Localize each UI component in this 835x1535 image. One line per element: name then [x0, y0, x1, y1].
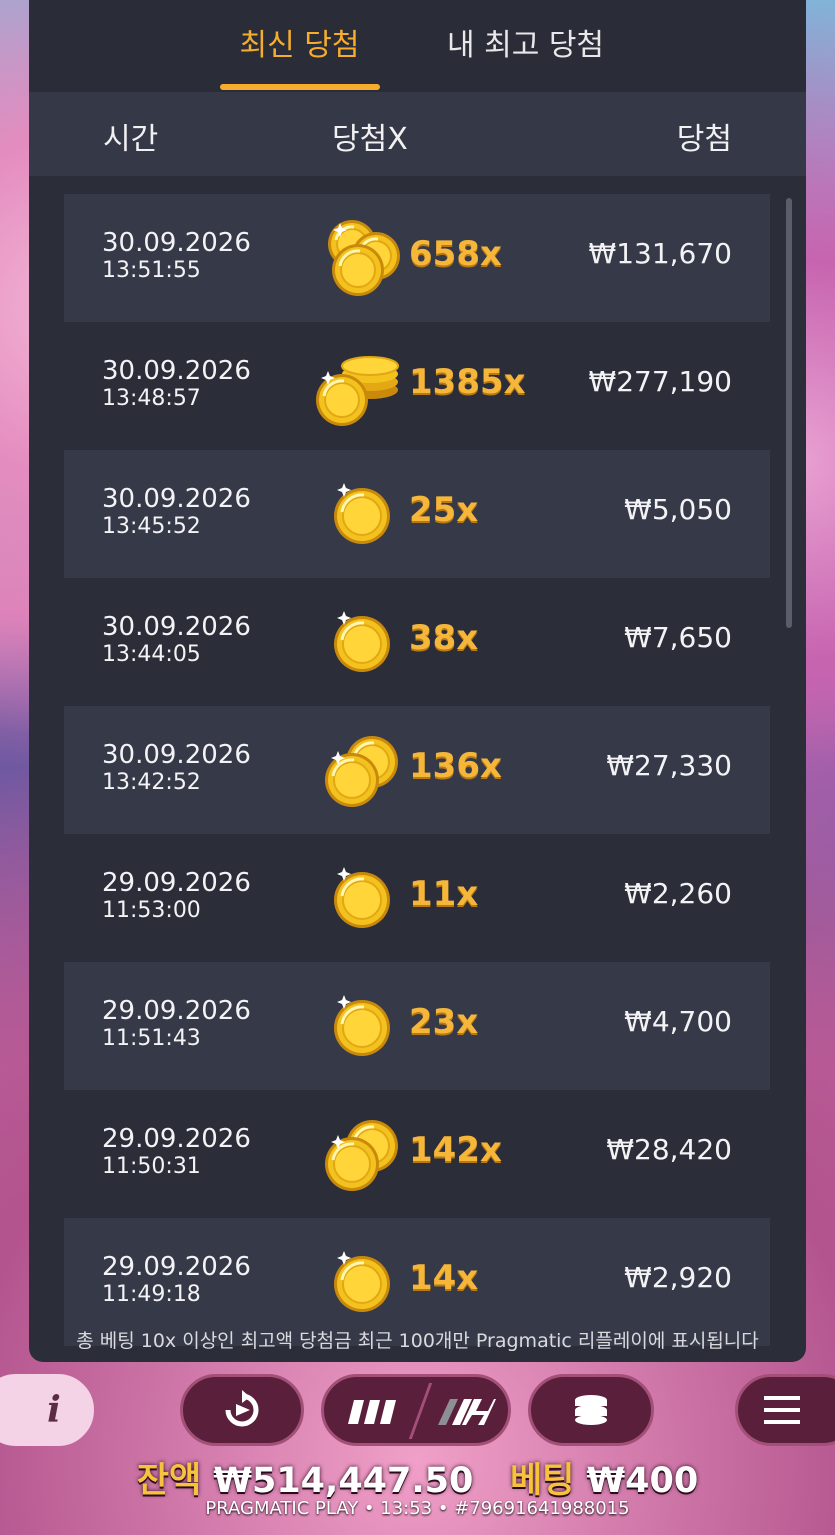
coins-icon [325, 1120, 398, 1191]
coins-icon [334, 483, 390, 544]
win-date: 29.09.2026 [102, 1124, 251, 1154]
win-date: 30.09.2026 [102, 740, 251, 770]
autoplay-icon [225, 1390, 259, 1427]
win-multiplier: 38x [409, 618, 479, 658]
win-multiplier: 25x [409, 490, 479, 530]
column-header-time: 시간 [103, 122, 159, 157]
coins-stack-icon [575, 1395, 607, 1425]
win-time: 13:48:57 [102, 386, 201, 411]
tab-bar: 최신 당첨 내 최고 당첨 [29, 0, 806, 92]
win-date: 30.09.2026 [102, 484, 251, 514]
win-multiplier: 11x [409, 874, 479, 914]
control-bar: i [0, 1372, 835, 1452]
turbo-spin-button[interactable] [321, 1374, 511, 1446]
win-multiplier: 14x [409, 1258, 479, 1298]
bet-value: ₩400 [586, 1461, 699, 1501]
win-time: 11:49:18 [102, 1282, 201, 1307]
win-time: 11:53:00 [102, 898, 201, 923]
tab-latest-wins[interactable]: 최신 당첨 [219, 0, 380, 92]
win-row[interactable]: 30.09.2026 13:48:57 1385x ₩277,190 [64, 322, 770, 450]
autoplay-button[interactable] [180, 1374, 304, 1446]
bet-chips-button[interactable] [528, 1374, 654, 1446]
coins-icon [334, 1251, 390, 1312]
coins-icon [334, 995, 390, 1056]
tab-my-top-wins[interactable]: 내 최고 당첨 [436, 0, 616, 92]
coins-icon [328, 220, 400, 296]
win-time: 13:44:05 [102, 642, 201, 667]
column-header-multiplier: 당첨X [332, 122, 408, 157]
coins-icon [325, 736, 398, 807]
footnote: 총 베팅 10x 이상인 최고액 당첨금 최근 100개만 Pragmatic … [76, 1330, 759, 1352]
win-multiplier: 658x [409, 234, 502, 274]
balance-label: 잔액 [136, 1461, 202, 1501]
win-history-panel: 최신 당첨 내 최고 당첨 시간 당첨X 당첨 30.09.2026 13:51… [29, 0, 806, 1362]
win-date: 30.09.2026 [102, 612, 251, 642]
win-time: 13:51:55 [102, 258, 201, 283]
info-icon: i [47, 1389, 61, 1431]
win-row[interactable]: 30.09.2026 13:44:05 38x ₩7,650 [64, 578, 770, 706]
win-date: 30.09.2026 [102, 356, 251, 386]
game-meta: PRAGMATIC PLAY • 13:53 • #79691641988015 [205, 1498, 630, 1519]
win-date: 29.09.2026 [102, 996, 251, 1026]
win-amount: ₩4,700 [624, 1005, 732, 1038]
win-date: 29.09.2026 [102, 1252, 251, 1282]
win-row[interactable]: 29.09.2026 11:53:00 11x ₩2,260 [64, 834, 770, 962]
win-multiplier: 23x [409, 1002, 479, 1042]
bet-label: 베팅 [509, 1461, 575, 1501]
hamburger-icon [764, 1396, 800, 1424]
win-amount: ₩131,670 [588, 237, 732, 270]
win-row[interactable]: 30.09.2026 13:51:55 658x ₩131,670 [64, 194, 770, 322]
balance-value: ₩514,447.50 [213, 1461, 474, 1501]
win-multiplier: 142x [409, 1130, 502, 1170]
win-time: 13:45:52 [102, 514, 201, 539]
win-date: 30.09.2026 [102, 228, 251, 258]
column-header-win: 당첨 [676, 122, 732, 157]
info-button[interactable]: i [0, 1374, 94, 1446]
turbo-h-icon [438, 1399, 496, 1425]
win-multiplier: 1385x [409, 362, 526, 402]
menu-button[interactable] [735, 1374, 835, 1446]
scrollbar[interactable] [786, 198, 792, 628]
balance-bet-line: 잔액 ₩514,447.50 베팅 ₩400 [0, 1452, 835, 1503]
quick-spin-icon [348, 1400, 396, 1424]
win-amount: ₩28,420 [606, 1133, 732, 1166]
win-row[interactable]: 29.09.2026 11:51:43 23x ₩4,700 [64, 962, 770, 1090]
win-row[interactable]: 30.09.2026 13:45:52 25x ₩5,050 [64, 450, 770, 578]
win-row[interactable]: 29.09.2026 11:50:31 142x ₩28,420 [64, 1090, 770, 1218]
win-amount: ₩27,330 [606, 749, 732, 782]
coins-icon [316, 356, 399, 426]
win-amount: ₩2,920 [624, 1261, 732, 1294]
coins-icon [334, 611, 390, 672]
divider [408, 1383, 433, 1439]
table-header: 시간 당첨X 당첨 [29, 92, 806, 176]
win-time: 13:42:52 [102, 770, 201, 795]
win-date: 29.09.2026 [102, 868, 251, 898]
win-time: 11:51:43 [102, 1026, 201, 1051]
win-list[interactable]: 30.09.2026 13:51:55 658x ₩131,670 30.09.… [29, 176, 806, 1346]
win-multiplier: 136x [409, 746, 502, 786]
win-amount: ₩7,650 [624, 621, 732, 654]
coins-icon [334, 867, 390, 928]
win-amount: ₩277,190 [588, 365, 732, 398]
win-amount: ₩2,260 [624, 877, 732, 910]
win-time: 11:50:31 [102, 1154, 201, 1179]
win-amount: ₩5,050 [624, 493, 732, 526]
win-row[interactable]: 30.09.2026 13:42:52 136x ₩27,330 [64, 706, 770, 834]
